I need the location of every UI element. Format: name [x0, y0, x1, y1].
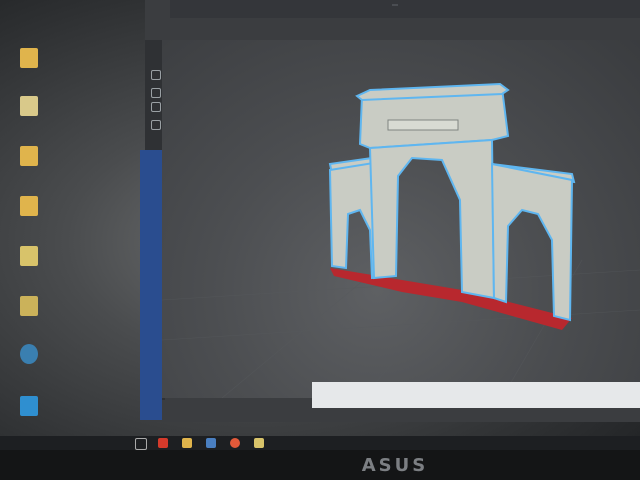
desktop-icon[interactable]	[10, 296, 50, 340]
archway-plaque	[387, 119, 459, 131]
folder-icon	[20, 296, 38, 316]
app-icon-3[interactable]	[254, 438, 264, 448]
folder-icon	[20, 48, 38, 68]
app-icon	[20, 344, 38, 364]
task-view-icon[interactable]	[135, 438, 147, 450]
tool-button[interactable]	[151, 88, 161, 98]
tool-button[interactable]	[151, 102, 161, 112]
3d-viewport[interactable]	[162, 40, 640, 398]
app-icon	[20, 396, 38, 416]
desktop-icon-column	[0, 0, 60, 440]
desktop-icon[interactable]	[10, 48, 50, 92]
desktop-icon[interactable]	[10, 146, 50, 190]
taskbar	[0, 436, 640, 450]
toolbar-tab-active[interactable]	[392, 4, 398, 6]
archway-model-render	[162, 82, 640, 398]
archway-gate	[328, 82, 576, 322]
desktop-icon[interactable]	[10, 396, 50, 440]
file-icon	[20, 196, 38, 216]
browser-icon[interactable]	[230, 438, 240, 448]
tool-button[interactable]	[151, 70, 161, 80]
side-panel-strip	[140, 150, 162, 420]
floor-red-strip	[330, 268, 572, 330]
monitor-bezel	[0, 450, 640, 480]
desktop-icon[interactable]	[10, 246, 50, 290]
monitor-brand-logo: ASUS	[361, 455, 429, 476]
folder-icon	[20, 246, 38, 266]
app-icon-2[interactable]	[206, 438, 216, 448]
desktop-icon[interactable]	[10, 96, 50, 140]
tool-button[interactable]	[151, 120, 161, 130]
bottom-panel	[312, 382, 640, 408]
app-icon-1[interactable]	[158, 438, 168, 448]
folder-taskbar-icon[interactable]	[182, 438, 192, 448]
desktop-icon[interactable]	[10, 196, 50, 240]
top-toolbar	[170, 0, 640, 18]
desktop-icon[interactable]	[10, 344, 50, 388]
folder-icon	[20, 146, 38, 166]
file-icon	[20, 96, 38, 116]
